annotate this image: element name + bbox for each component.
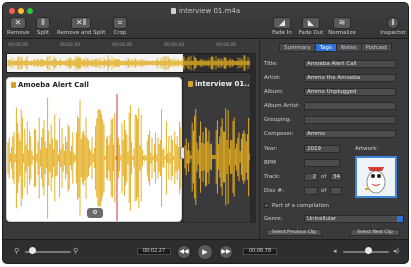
window-title: interview 01.m4a [3, 7, 408, 15]
zoom-slider-knob[interactable] [28, 247, 36, 254]
amoeba-artwork-image [357, 158, 395, 196]
chevron-down-icon [397, 216, 403, 222]
disc-number-field[interactable] [304, 187, 318, 195]
rewind-icon: ◀◀ [179, 248, 189, 255]
clip-title: interview 01.... [195, 80, 255, 88]
total-time: 00:06.78 [243, 248, 277, 255]
select-next-clip-button[interactable]: Select Next Clip [350, 229, 400, 236]
clip-title: Amoeba Alert Call [18, 81, 89, 89]
composer-field[interactable]: Ammo [304, 130, 396, 138]
track-number-field[interactable]: 2 [304, 173, 318, 181]
zoom-out-icon[interactable]: ⚲ [14, 247, 19, 255]
artist-label: Artist: [264, 75, 281, 81]
crop-button[interactable]: ⌗ Crop [109, 17, 131, 36]
track-of-label: of [321, 174, 327, 180]
year-label: Year: [264, 146, 278, 152]
artwork-well[interactable] [355, 156, 397, 198]
clip-settings-button[interactable]: ⚙ [87, 208, 103, 218]
remove-and-split-button[interactable]: ✕⦀ Remove and Split [57, 17, 105, 36]
clip-icon [188, 81, 193, 87]
remove-split-icon: ✕⦀ [71, 17, 91, 29]
fade-out-icon: ◣ [302, 17, 320, 29]
ruler-tick: 00:00.00 [8, 43, 29, 48]
toolbar: interview 01.m4a ✕ Remove ⦀ Split ✕⦀ Rem… [3, 3, 408, 39]
vertical-scrollbar[interactable] [250, 53, 256, 223]
year-field[interactable]: 2019 [304, 145, 340, 153]
split-button[interactable]: ⦀ Split [33, 17, 53, 36]
grouping-field[interactable] [304, 116, 396, 124]
tab-podcast[interactable]: Podcast [360, 43, 393, 52]
clip-interview-01[interactable]: interview 01.... [184, 77, 256, 222]
clip2-waveform [184, 108, 256, 206]
ruler-tick: 00:04.00 [112, 43, 133, 48]
overview-waveform[interactable] [6, 53, 256, 73]
rewind-button[interactable]: ◀◀ [177, 245, 191, 259]
split-icon: ⦀ [36, 17, 50, 29]
artist-field[interactable]: Ammo the Amoeba [304, 74, 396, 82]
volume-high-icon: ◂) [393, 247, 400, 255]
disc-of-label: of [321, 188, 327, 194]
clip-icon [11, 82, 16, 88]
tab-summary[interactable]: Summary [279, 43, 316, 52]
album-field[interactable]: Ammo Unplugged [304, 88, 396, 96]
album-artist-label: Album Artist: [264, 103, 300, 109]
overview-wave-svg [7, 54, 255, 72]
title-field[interactable]: Amoeba Alert Call [304, 60, 396, 68]
album-label: Album: [264, 89, 284, 95]
tab-tags[interactable]: Tags [314, 43, 337, 52]
track-total-field[interactable]: 34 [330, 173, 342, 181]
track-label: Track: [264, 174, 281, 180]
clip1-waveform [7, 94, 181, 221]
bpm-field[interactable] [304, 159, 340, 167]
grouping-label: Grouping: [264, 117, 292, 123]
disc-label: Disc #: [264, 188, 284, 194]
zoom-in-icon[interactable]: ⚲ [73, 247, 78, 255]
fade-in-button[interactable]: ◢ Fade In [269, 17, 295, 36]
inspector-tabs: Summary Tags Notes Podcast [279, 43, 393, 52]
transport-bar: ⚲ ⚲ 00:02.27 ◀◀ ▶ ▶▶ 00:06.78 ◂ ◂) [3, 239, 408, 263]
bpm-label: BPM [264, 160, 276, 166]
normalize-icon: ≋ [333, 17, 351, 29]
compilation-checkbox[interactable] [264, 203, 269, 208]
app-window: interview 01.m4a ✕ Remove ⦀ Split ✕⦀ Rem… [2, 2, 409, 264]
compilation-label: Part of a compilation [272, 203, 329, 209]
artwork-label: Artwork: [355, 146, 379, 152]
fast-forward-icon: ▶▶ [221, 248, 231, 255]
remove-button[interactable]: ✕ Remove [7, 17, 29, 36]
inspector-button[interactable]: i Inspector [379, 17, 407, 36]
normalize-button[interactable]: ≋ Normalize [327, 17, 357, 36]
ruler-tick: 00:08.00 [216, 43, 237, 48]
crop-icon: ⌗ [113, 17, 127, 29]
current-time: 00:02.27 [137, 248, 171, 255]
genre-select[interactable]: Unicellular [304, 215, 404, 223]
gear-icon: ⚙ [92, 209, 98, 216]
document-icon [170, 8, 176, 14]
ruler-tick: 00:06.00 [164, 43, 185, 48]
clip-amoeba-alert-call[interactable]: Amoeba Alert Call ⚙ [6, 77, 182, 222]
genre-label: Genre: [264, 216, 283, 222]
x-icon: ✕ [10, 17, 26, 29]
play-button[interactable]: ▶ [197, 244, 213, 260]
waveform-editor[interactable]: Amoeba Alert Call ⚙ interview 01.... [6, 77, 256, 223]
album-artist-field[interactable] [304, 102, 396, 110]
fade-out-button[interactable]: ◣ Fade Out [297, 17, 325, 36]
inspector-panel: Summary Tags Notes Podcast Title: Amoeba… [259, 40, 408, 239]
ruler-tick: 00:02.00 [60, 43, 81, 48]
timeline-ruler[interactable]: 00:00.00 00:02.00 00:04.00 00:06.00 00:0… [6, 41, 256, 51]
title-label: Title: [264, 61, 278, 67]
select-previous-clip-button[interactable]: Select Previous Clip [266, 229, 322, 236]
disc-total-field[interactable] [330, 187, 342, 195]
info-icon: i [387, 17, 399, 29]
fast-forward-button[interactable]: ▶▶ [219, 245, 233, 259]
volume-low-icon: ◂ [333, 247, 337, 255]
tab-notes[interactable]: Notes [335, 43, 362, 52]
composer-label: Composer: [264, 131, 294, 137]
fade-in-icon: ◢ [273, 17, 291, 29]
play-icon: ▶ [202, 248, 208, 256]
